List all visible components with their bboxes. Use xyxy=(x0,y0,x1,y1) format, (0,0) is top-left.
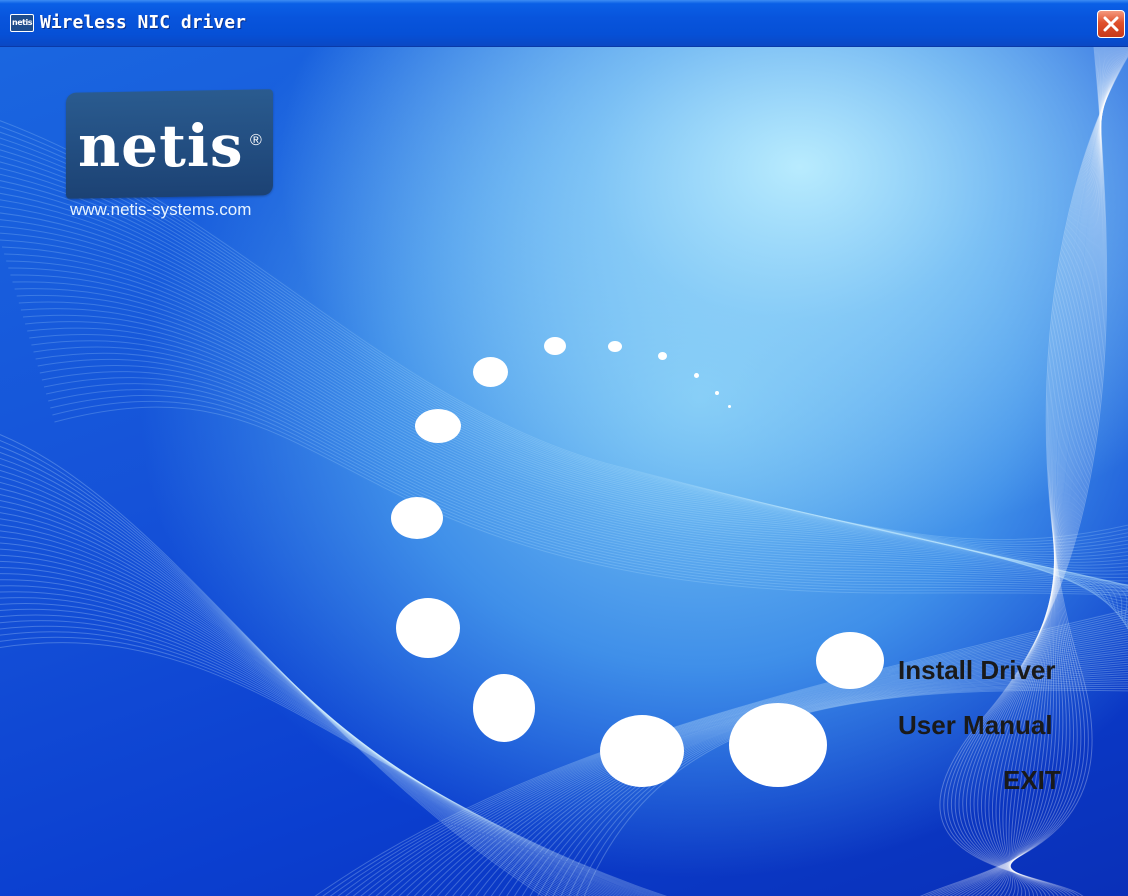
decor-dot xyxy=(473,357,508,387)
decor-dot xyxy=(715,391,719,395)
installer-window: netis Wireless NIC driver netis ® www.ne… xyxy=(0,0,1128,896)
decor-dot xyxy=(658,352,667,360)
decor-dot xyxy=(396,598,460,658)
decor-dot xyxy=(729,703,827,787)
user-manual-button[interactable]: User Manual xyxy=(898,710,1053,741)
title-bar[interactable]: netis Wireless NIC driver xyxy=(0,0,1128,47)
decor-dot xyxy=(600,715,684,787)
decor-dot xyxy=(391,497,443,539)
decor-dot xyxy=(728,405,731,408)
install-driver-button[interactable]: Install Driver xyxy=(898,655,1056,686)
decor-dot xyxy=(608,341,622,352)
decor-dot xyxy=(415,409,461,443)
splash-panel: netis ® www.netis-systems.com Install Dr… xyxy=(0,47,1128,896)
app-icon: netis xyxy=(10,14,34,32)
decor-dot xyxy=(473,674,535,742)
decor-dot xyxy=(816,632,884,689)
decor-dot xyxy=(544,337,566,355)
website-url: www.netis-systems.com xyxy=(70,200,252,219)
registered-mark: ® xyxy=(250,132,262,149)
close-button[interactable] xyxy=(1097,10,1125,38)
exit-button[interactable]: EXIT xyxy=(1003,765,1061,796)
brand-logo: netis xyxy=(78,112,244,180)
window-title: Wireless NIC driver xyxy=(40,12,246,33)
close-icon xyxy=(1103,16,1119,32)
decor-dot xyxy=(694,373,699,378)
